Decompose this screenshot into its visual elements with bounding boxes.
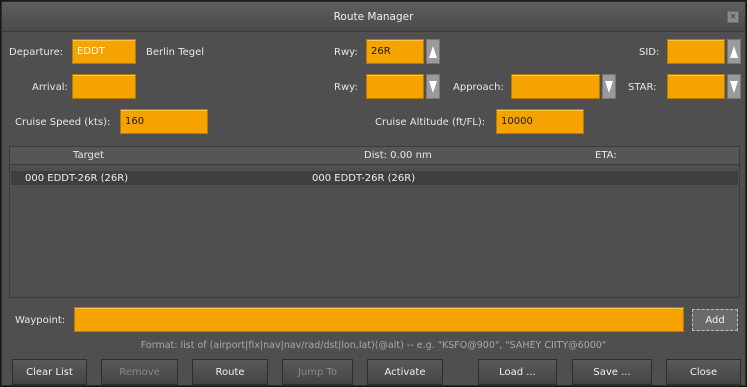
departure-runway-field[interactable]: 26R bbox=[366, 39, 424, 64]
approach-field[interactable] bbox=[511, 74, 600, 99]
arrow-down-icon bbox=[605, 80, 613, 93]
departure-runway-spinner[interactable] bbox=[426, 39, 440, 64]
star-spinner[interactable] bbox=[727, 74, 741, 99]
arrow-up-icon bbox=[730, 45, 738, 58]
close-window-icon[interactable]: × bbox=[727, 11, 739, 23]
star-field[interactable] bbox=[667, 74, 725, 99]
arrow-up-icon bbox=[429, 45, 437, 58]
distance-column-header: Dist: 0.00 nm bbox=[364, 150, 432, 161]
jump-to-button[interactable]: Jump To bbox=[282, 359, 353, 385]
waypoint-label: Waypoint: bbox=[15, 315, 66, 326]
route-list-header: Target Dist: 0.00 nm ETA: bbox=[10, 147, 739, 165]
approach-spinner[interactable] bbox=[602, 74, 616, 99]
cruise-speed-field[interactable]: 160 bbox=[120, 109, 208, 134]
route-row-distance: 000 EDDT-26R (26R) bbox=[312, 172, 416, 184]
arrival-runway-field[interactable] bbox=[366, 74, 424, 99]
arrival-label: Arrival: bbox=[32, 82, 68, 93]
table-row[interactable]: 000 EDDT-26R (26R) 000 EDDT-26R (26R) bbox=[11, 171, 738, 185]
route-row-target: 000 EDDT-26R (26R) bbox=[25, 172, 129, 184]
departure-airport-name: Berlin Tegel bbox=[146, 47, 205, 58]
departure-field[interactable]: EDDT bbox=[72, 39, 136, 64]
departure-runway-label: Rwy: bbox=[334, 47, 358, 58]
cruise-altitude-label: Cruise Altitude (ft/FL): bbox=[375, 117, 486, 128]
close-button[interactable]: Close bbox=[666, 359, 741, 385]
save-button[interactable]: Save ... bbox=[572, 359, 652, 385]
window-title: Route Manager bbox=[333, 10, 414, 23]
remove-button[interactable]: Remove bbox=[101, 359, 178, 385]
eta-column-header: ETA: bbox=[595, 150, 617, 161]
route-list[interactable]: Target Dist: 0.00 nm ETA: 000 EDDT-26R (… bbox=[9, 146, 740, 298]
arrow-down-icon bbox=[730, 80, 738, 93]
waypoint-input[interactable] bbox=[74, 307, 684, 332]
add-waypoint-button[interactable]: Add bbox=[692, 309, 738, 331]
route-button[interactable]: Route bbox=[192, 359, 268, 385]
departure-label: Departure: bbox=[9, 47, 64, 58]
target-column-header: Target bbox=[73, 150, 104, 161]
approach-label: Approach: bbox=[453, 82, 504, 93]
sid-label: SID: bbox=[639, 47, 660, 58]
cruise-altitude-field[interactable]: 10000 bbox=[496, 109, 584, 134]
arrival-runway-label: Rwy: bbox=[334, 82, 358, 93]
arrival-runway-spinner[interactable] bbox=[426, 74, 440, 99]
arrow-down-icon bbox=[429, 80, 437, 93]
sid-field[interactable] bbox=[667, 39, 725, 64]
cruise-speed-label: Cruise Speed (kts): bbox=[15, 117, 111, 128]
arrival-field[interactable] bbox=[72, 74, 136, 99]
activate-button[interactable]: Activate bbox=[367, 359, 443, 385]
sid-spinner[interactable] bbox=[727, 39, 741, 64]
star-label: STAR: bbox=[628, 82, 657, 93]
clear-list-button[interactable]: Clear List bbox=[12, 359, 87, 385]
title-bar[interactable]: Route Manager × bbox=[2, 2, 745, 32]
load-button[interactable]: Load ... bbox=[478, 359, 557, 385]
route-manager-window: Route Manager × Departure: EDDT Berlin T… bbox=[1, 1, 746, 386]
format-hint: Format: list of (airport|fix|nav|nav/rad… bbox=[140, 340, 607, 351]
